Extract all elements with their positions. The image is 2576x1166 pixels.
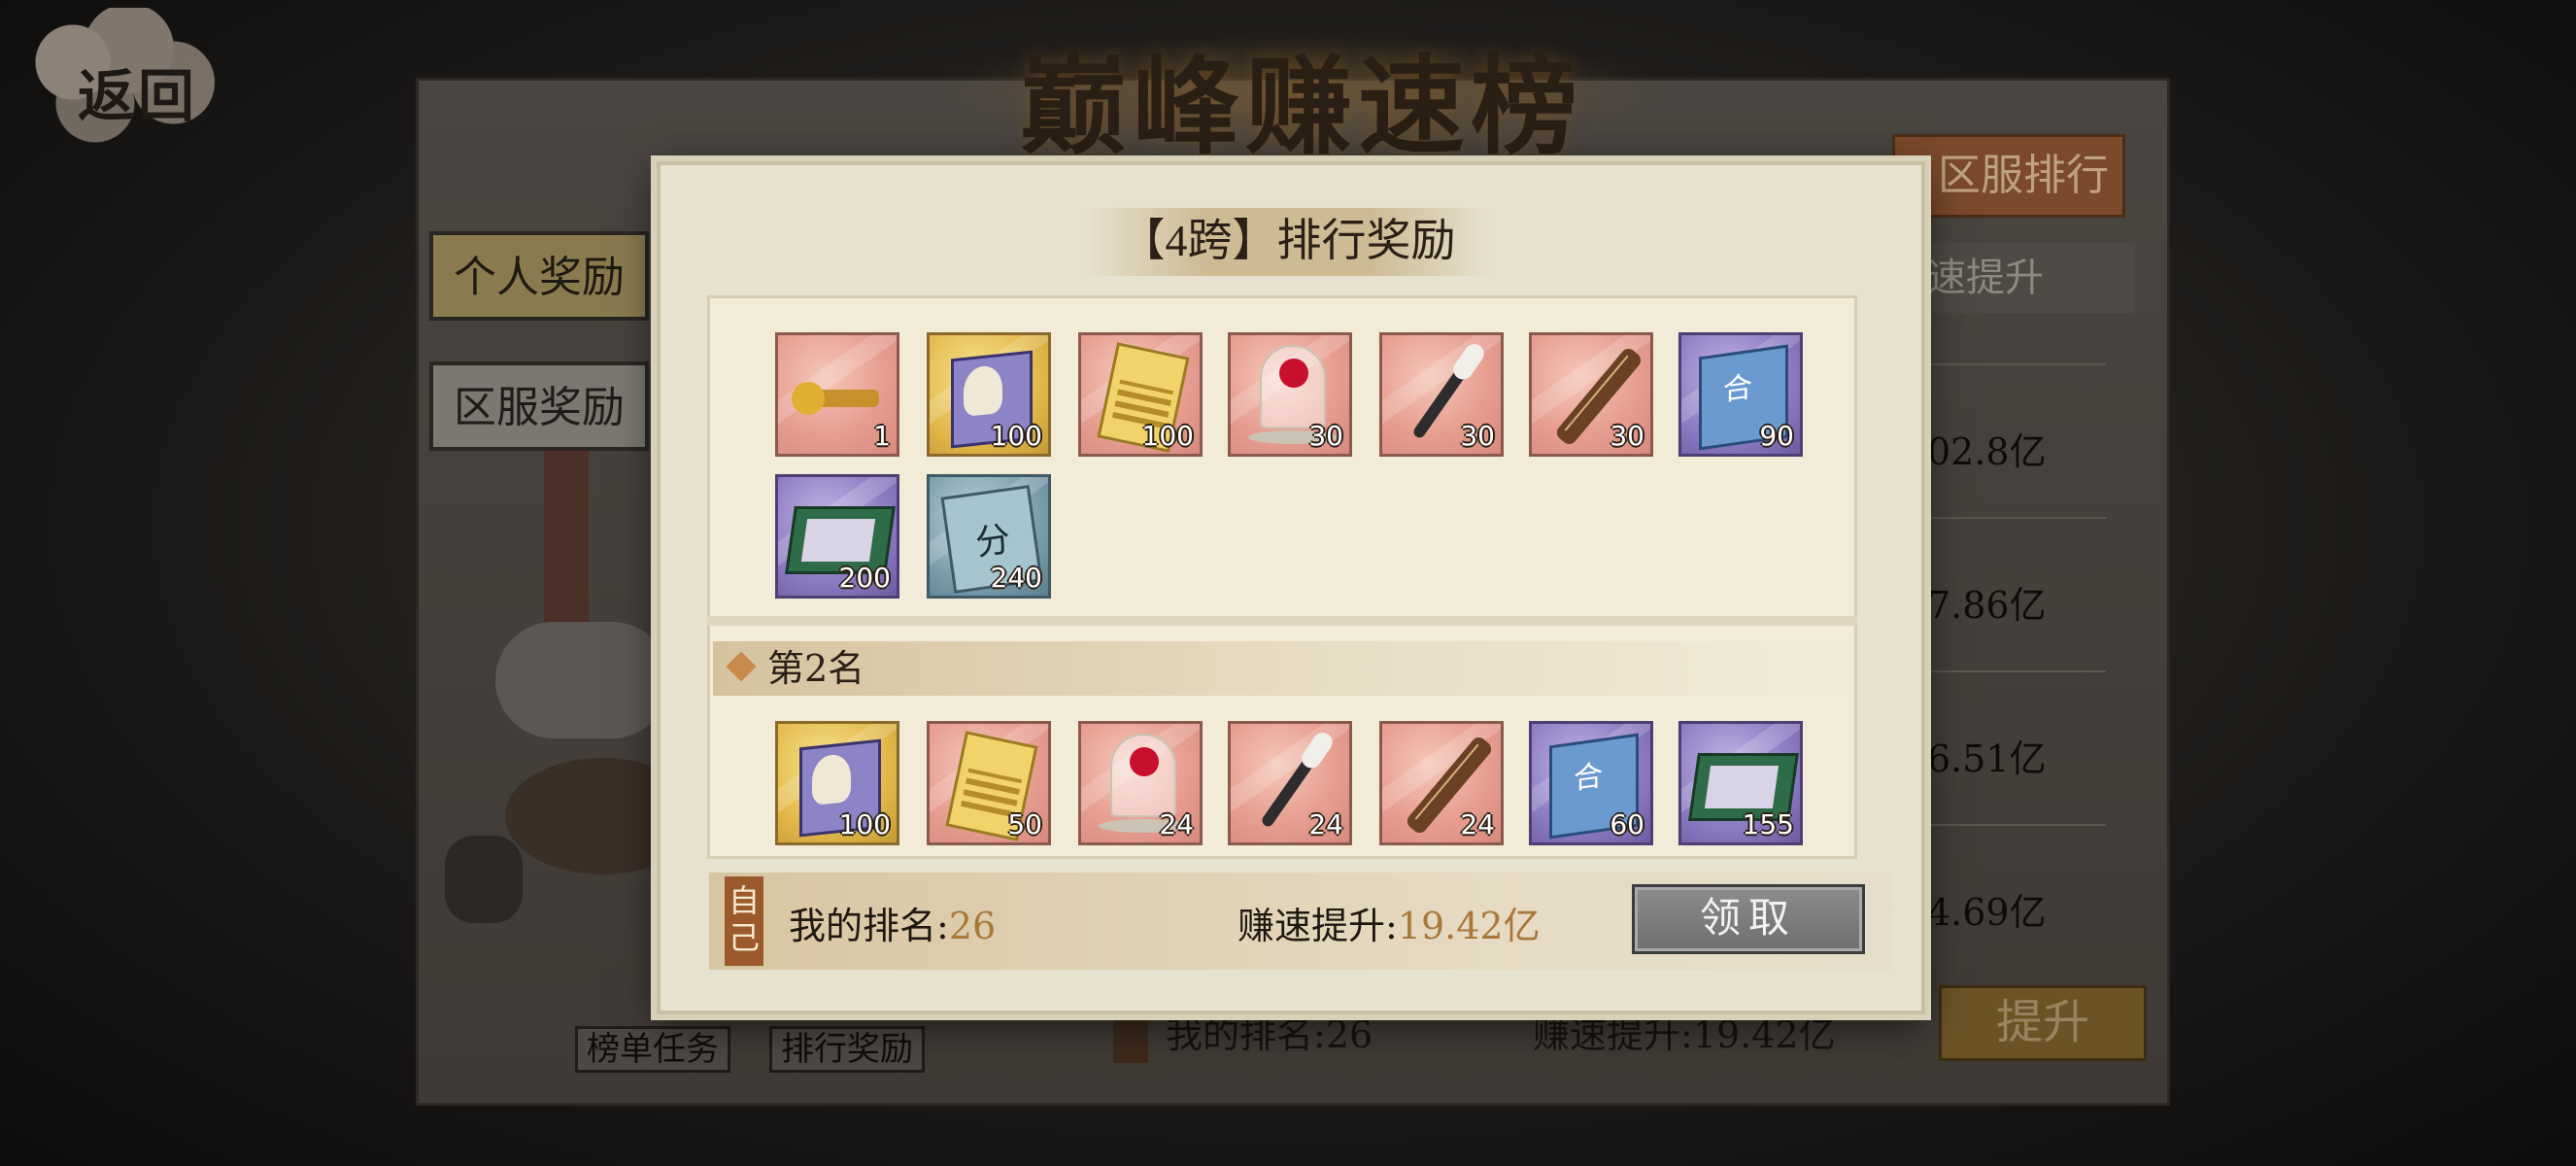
item-quantity: 90: [1759, 420, 1794, 452]
claim-button[interactable]: 领取: [1632, 884, 1865, 954]
board-title: 巅峰赚速榜: [1020, 44, 1583, 169]
my-rank-label: 我的排名:: [1166, 1013, 1326, 1056]
reward-item[interactable]: 100: [927, 332, 1051, 457]
reward-item[interactable]: 60: [1529, 721, 1653, 845]
tab-server-rewards[interactable]: 区服奖励: [429, 361, 649, 451]
reward-item[interactable]: 30: [1379, 332, 1504, 457]
speed-up-value: 19.42亿: [1692, 1013, 1836, 1056]
reward-item[interactable]: 24: [1228, 721, 1352, 845]
reward-item[interactable]: 24: [1078, 721, 1203, 845]
item-quantity: 30: [1460, 420, 1495, 452]
rank-2-header: [713, 641, 1851, 696]
reward-item[interactable]: 155: [1678, 721, 1803, 845]
self-speed-up: 赚速提升:19.42亿: [1237, 896, 1541, 949]
item-quantity: 240: [990, 562, 1042, 594]
reward-item[interactable]: 240: [927, 474, 1051, 599]
reward-item[interactable]: 100: [1078, 332, 1203, 457]
rank-row-value: 7.86亿: [1927, 584, 2047, 627]
self-speed-value: 19.42亿: [1397, 905, 1541, 947]
rank-row-value: 6.51亿: [1927, 737, 2047, 780]
item-quantity: 100: [838, 808, 891, 840]
reward-item[interactable]: 1: [775, 332, 899, 457]
item-quantity: 60: [1610, 808, 1644, 840]
item-quantity: 100: [990, 420, 1042, 452]
item-quantity: 50: [1007, 808, 1042, 840]
item-quantity: 200: [838, 562, 891, 594]
item-quantity: 100: [1141, 420, 1194, 452]
reward-item[interactable]: 50: [927, 721, 1051, 845]
item-quantity: 24: [1460, 808, 1495, 840]
rank-row-value: 4.69亿: [1927, 891, 2047, 934]
reward-item[interactable]: 100: [775, 721, 899, 845]
modal-title: 【4跨】排行奖励: [1120, 216, 1456, 265]
row-divider: [1921, 670, 2106, 672]
upgrade-button[interactable]: 提升: [1939, 985, 2147, 1061]
rank-row-value: 02.8亿: [1927, 430, 2047, 473]
item-quantity: 155: [1742, 808, 1794, 840]
self-rank-label: 我的排名:: [789, 905, 949, 947]
speed-up-label: 赚速提升:: [1533, 1013, 1693, 1056]
rank-2-header-label: 第2名: [767, 647, 865, 690]
rose-dome-icon: [1099, 734, 1188, 833]
self-tag: 自己: [724, 876, 763, 966]
golden-token-icon: [792, 382, 879, 415]
ranking-tasks-button[interactable]: 榜单任务: [575, 1026, 730, 1073]
reward-item[interactable]: 200: [775, 474, 899, 599]
reward-item[interactable]: 90: [1678, 332, 1803, 457]
decor-cloud: [495, 622, 670, 738]
item-quantity: 1: [873, 420, 891, 452]
section-separator: [707, 616, 1857, 626]
row-divider: [1921, 517, 2106, 519]
self-rank-value: 26: [948, 905, 997, 947]
reward-item[interactable]: 30: [1529, 332, 1653, 457]
row-divider: [1921, 824, 2106, 826]
self-speed-label: 赚速提升:: [1237, 905, 1398, 947]
reward-item[interactable]: 24: [1379, 721, 1504, 845]
item-quantity: 30: [1610, 420, 1644, 452]
speed-column-header: 速提升: [1921, 243, 2135, 313]
item-quantity: 24: [1308, 808, 1343, 840]
item-quantity: 30: [1308, 420, 1343, 452]
server-rank-button[interactable]: 区服排行: [1892, 134, 2125, 218]
item-quantity: 24: [1159, 808, 1194, 840]
rose-dome-icon: [1248, 345, 1338, 444]
tab-personal-rewards[interactable]: 个人奖励: [429, 231, 649, 321]
back-label: 返回: [78, 63, 199, 129]
row-divider: [1921, 363, 2106, 365]
decor-lamp: [445, 836, 523, 923]
back-button[interactable]: 返回: [0, 0, 272, 165]
my-rank-value: 26: [1325, 1013, 1373, 1056]
reward-item[interactable]: 30: [1228, 332, 1352, 457]
rank-rewards-button[interactable]: 排行奖励: [769, 1026, 925, 1073]
self-my-rank: 我的排名:26: [789, 896, 996, 949]
